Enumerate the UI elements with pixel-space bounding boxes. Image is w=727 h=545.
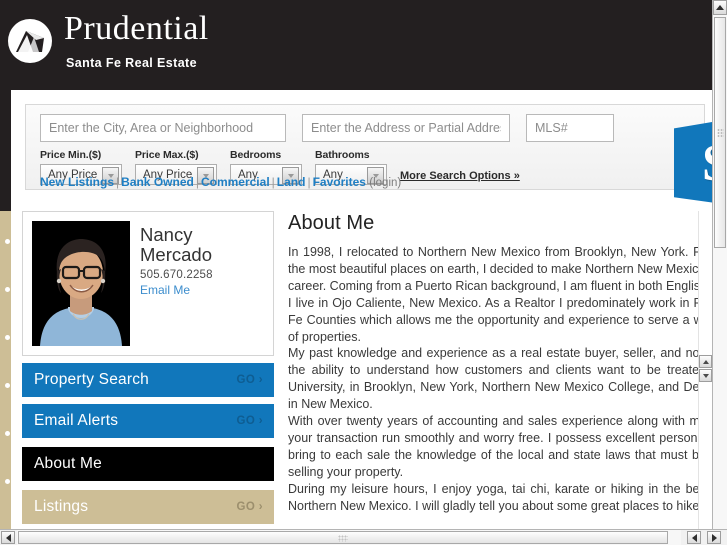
sidebar-item-label: About Me [34,455,102,472]
agent-email-link[interactable]: Email Me [140,283,264,297]
paragraph: I live in Ojo Caliente, New Mexico. As a… [288,295,712,344]
paragraph: In 1998, I relocated to Northern New Mex… [288,245,712,293]
filter-label: Bathrooms [315,149,370,161]
go-arrow-icon: GO › [236,501,263,513]
agent-photo [32,221,130,346]
about-me-text: In 1998, I relocated to Northern New Mex… [288,244,712,515]
link-bank-owned[interactable]: Bank Owned [121,175,194,189]
triangle-left-icon-end[interactable] [687,531,701,544]
sidebar-item-about-me[interactable]: About Me [22,447,274,481]
content-area: Nancy Mercado 505.670.2258 Email Me Prop… [11,211,712,529]
link-land[interactable]: Land [277,175,306,189]
page-body: Price Min.($) Any Price Price Max.($) An… [0,90,712,529]
filter-label: Price Min.($) [40,149,102,161]
brand-logo[interactable]: Prudential Santa Fe Real Estate [8,12,209,70]
browser-viewport: Prudential Santa Fe Real Estate Enter th… [0,0,727,545]
search-submit-button[interactable]: S [674,120,712,204]
sidebar-item-listings[interactable]: Listings GO › [22,490,274,524]
link-new-listings[interactable]: New Listings [40,175,114,189]
page-title: About Me [288,212,375,234]
sidebar-item-email-alerts[interactable]: Email Alerts GO › [22,404,274,438]
sidebar-item-label: Property Search [34,371,149,388]
quick-links: New Listings | Bank Owned | Commercial | Land |… [40,175,402,189]
agent-name: Nancy Mercado [140,224,212,265]
city-area-neighborhood-input[interactable] [40,114,286,142]
filter-label: Price Max.($) [135,149,199,161]
address-input[interactable] [302,114,510,142]
login-note[interactable]: (login) [369,177,401,189]
paragraph: During my leisure hours, I enjoy yoga, t… [288,481,712,513]
sidebar: Nancy Mercado 505.670.2258 Email Me Prop… [22,211,274,524]
horizontal-scrollbar-thumb[interactable] [18,531,668,544]
web-page: Prudential Santa Fe Real Estate Enter th… [0,0,712,529]
link-favorites[interactable]: Favorites [313,175,366,189]
search-button-label: S [702,134,712,193]
mls-number-input[interactable] [526,114,614,142]
brand-name: Prudential [64,10,209,47]
search-inputs-row [40,114,614,142]
content-scrollbar[interactable] [698,211,712,529]
horizontal-scrollbar[interactable] [0,529,727,545]
agent-info: Nancy Mercado 505.670.2258 Email Me [140,221,264,346]
paragraph: With over twenty years of accounting and… [288,414,712,479]
triangle-right-icon[interactable] [707,531,721,544]
vertical-scrollbar-thumb[interactable] [714,17,726,248]
agent-profile-card: Nancy Mercado 505.670.2258 Email Me [22,211,274,356]
filter-label: Bedrooms [230,149,282,161]
site-header: Prudential Santa Fe Real Estate [0,0,712,90]
vertical-scrollbar[interactable] [712,0,727,529]
more-search-options-link[interactable]: More Search Options » [400,170,520,182]
main-column: About Me In 1998, I relocated to Norther… [288,211,712,529]
prudential-rock-icon [8,19,52,63]
decorative-left-rail [0,211,11,529]
go-arrow-icon: GO › [236,415,263,427]
triangle-up-icon[interactable] [713,0,727,15]
property-search-panel: Price Min.($) Any Price Price Max.($) An… [25,104,712,204]
link-commercial[interactable]: Commercial [201,175,270,189]
triangle-down-icon[interactable] [699,369,712,382]
agent-phone: 505.670.2258 [140,269,213,281]
paragraph: My past knowledge and experience as a re… [288,346,712,412]
triangle-up-icon[interactable] [699,355,712,368]
header-left-extension [0,90,11,211]
scrollbar-grip [717,128,724,137]
triangle-left-icon[interactable] [1,531,15,544]
brand-tagline: Santa Fe Real Estate [66,56,197,70]
sidebar-item-label: Listings [34,498,89,515]
scrollbar-grip [338,535,348,542]
go-arrow-icon: GO › [236,374,263,386]
sidebar-item-property-search[interactable]: Property Search GO › [22,363,274,397]
sidebar-item-label: Email Alerts [34,412,119,429]
